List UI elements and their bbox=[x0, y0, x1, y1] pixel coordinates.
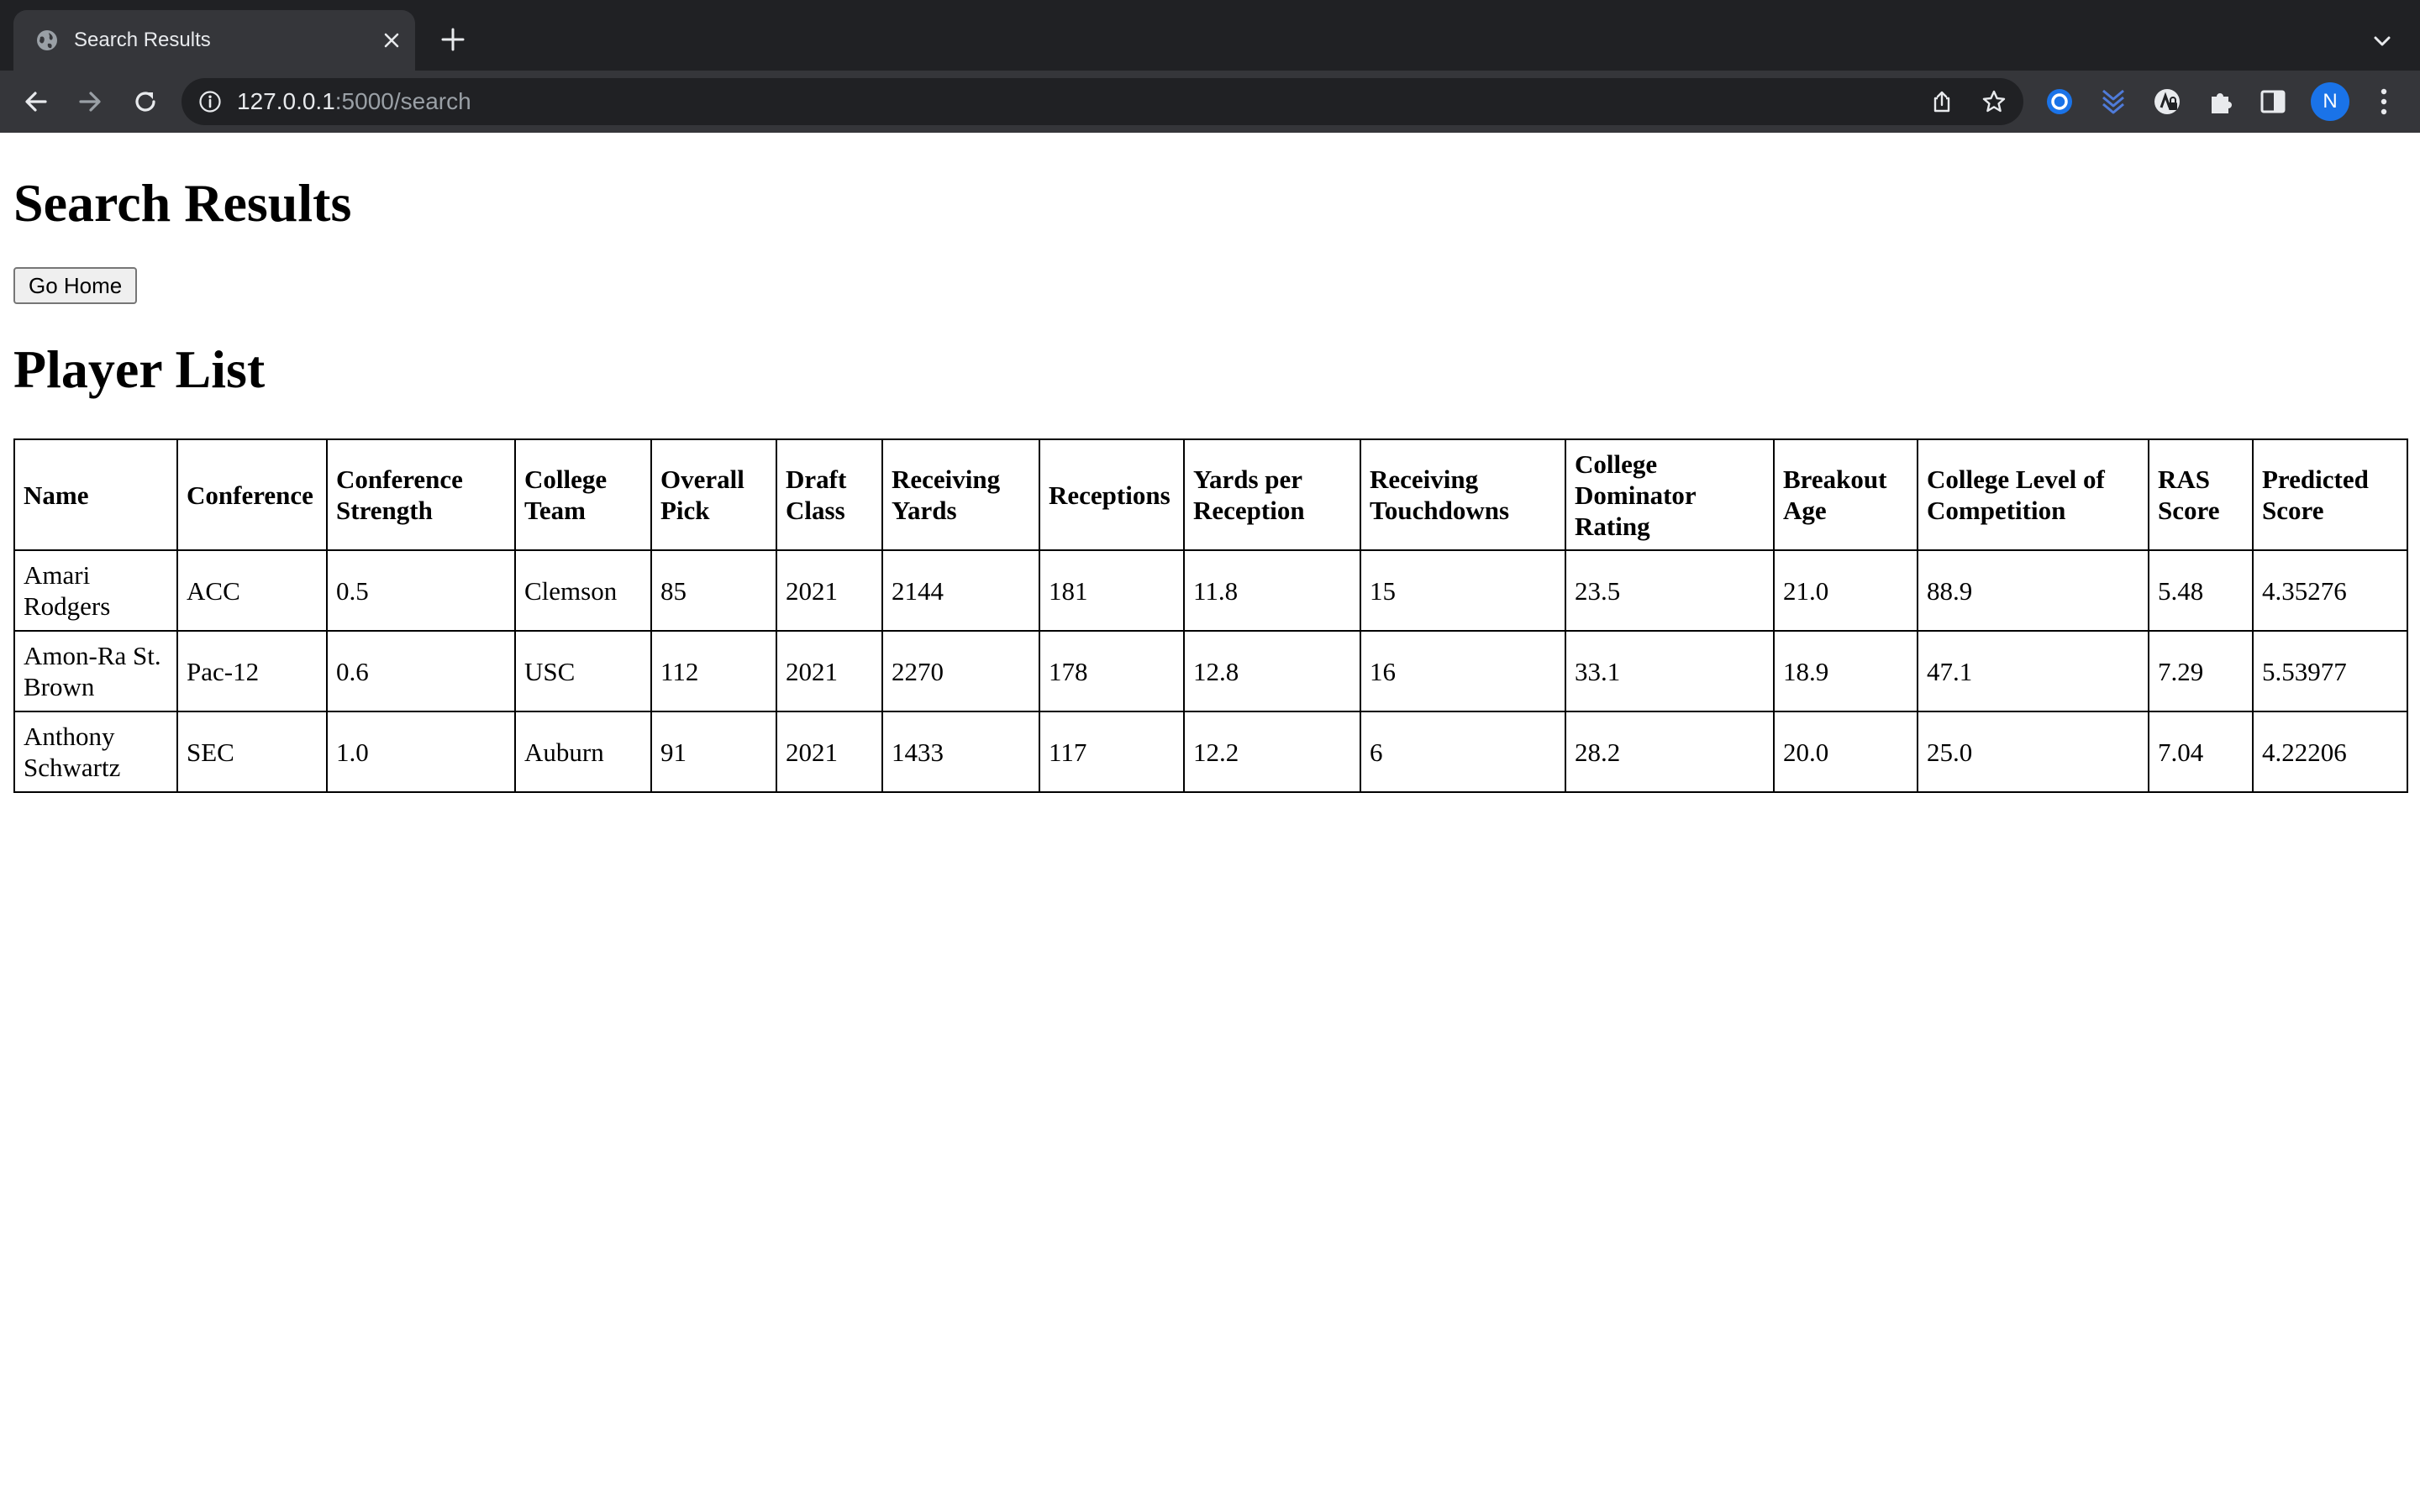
table-cell: 47.1 bbox=[1917, 630, 2149, 712]
extension-lock-icon[interactable] bbox=[2151, 86, 2183, 118]
table-cell: 7.29 bbox=[2148, 630, 2254, 712]
reload-icon[interactable] bbox=[129, 86, 161, 118]
table-cell: 23.5 bbox=[1565, 549, 1775, 632]
profile-avatar[interactable]: N bbox=[2311, 82, 2349, 121]
table-cell: 16 bbox=[1360, 630, 1566, 712]
table-row: Anthony Schwartz SEC 1.0 Auburn 91 2021 … bbox=[13, 711, 2408, 793]
table-cell: ACC bbox=[176, 549, 328, 632]
header-predicted-score: Predicted Score bbox=[2252, 438, 2408, 551]
extension-chevrons-icon[interactable] bbox=[2097, 86, 2129, 118]
header-college-level-of-competition: College Level of Competition bbox=[1917, 438, 2149, 551]
header-name: Name bbox=[13, 438, 178, 551]
player-table: Name Conference Conference Strength Coll… bbox=[13, 438, 2408, 793]
table-cell: 2021 bbox=[776, 630, 883, 712]
chevron-down-icon[interactable] bbox=[2371, 30, 2393, 52]
header-conference: Conference bbox=[176, 438, 328, 551]
table-cell: Pac-12 bbox=[176, 630, 328, 712]
table-cell: 181 bbox=[1039, 549, 1185, 632]
table-cell: 178 bbox=[1039, 630, 1185, 712]
table-cell: 85 bbox=[650, 549, 777, 632]
table-cell: 20.0 bbox=[1773, 711, 1918, 793]
header-receiving-touchdowns: Receiving Touchdowns bbox=[1360, 438, 1566, 551]
table-cell: 112 bbox=[650, 630, 777, 712]
table-cell: Clemson bbox=[514, 549, 652, 632]
table-cell: 4.35276 bbox=[2252, 549, 2408, 632]
go-home-button[interactable]: Go Home bbox=[13, 267, 138, 304]
table-cell: 4.22206 bbox=[2252, 711, 2408, 793]
table-cell: 7.04 bbox=[2148, 711, 2254, 793]
table-cell: 2270 bbox=[881, 630, 1040, 712]
url-path: :5000/search bbox=[334, 88, 471, 114]
side-panel-icon[interactable] bbox=[2257, 86, 2289, 118]
table-cell: Amon-Ra St. Brown bbox=[13, 630, 178, 712]
header-receptions: Receptions bbox=[1039, 438, 1185, 551]
table-cell: SEC bbox=[176, 711, 328, 793]
table-cell: 5.53977 bbox=[2252, 630, 2408, 712]
table-cell: 0.5 bbox=[326, 549, 516, 632]
table-cell: 15 bbox=[1360, 549, 1566, 632]
table-cell: Amari Rodgers bbox=[13, 549, 178, 632]
tab-strip: Search Results bbox=[0, 0, 2420, 71]
header-draft-class: Draft Class bbox=[776, 438, 883, 551]
header-receiving-yards: Receiving Yards bbox=[881, 438, 1040, 551]
table-row: Amon-Ra St. Brown Pac-12 0.6 USC 112 202… bbox=[13, 630, 2408, 712]
table-cell: 1433 bbox=[881, 711, 1040, 793]
header-ras-score: RAS Score bbox=[2148, 438, 2254, 551]
table-cell: 91 bbox=[650, 711, 777, 793]
player-list-heading: Player List bbox=[13, 339, 266, 399]
table-cell: 0.6 bbox=[326, 630, 516, 712]
forward-arrow-icon[interactable] bbox=[74, 86, 106, 118]
table-cell: Auburn bbox=[514, 711, 652, 793]
header-college-team: College Team bbox=[514, 438, 652, 551]
header-overall-pick: Overall Pick bbox=[650, 438, 777, 551]
table-cell: 88.9 bbox=[1917, 549, 2149, 632]
close-tab-icon[interactable] bbox=[380, 29, 403, 52]
table-cell: 12.2 bbox=[1183, 711, 1361, 793]
header-breakout-age: Breakout Age bbox=[1773, 438, 1918, 551]
table-header-row: Name Conference Conference Strength Coll… bbox=[13, 438, 2408, 551]
header-college-dominator-rating: College Dominator Rating bbox=[1565, 438, 1775, 551]
table-cell: USC bbox=[514, 630, 652, 712]
table-cell: 28.2 bbox=[1565, 711, 1775, 793]
new-tab-icon[interactable] bbox=[439, 25, 467, 54]
table-cell: Anthony Schwartz bbox=[13, 711, 178, 793]
table-cell: 12.8 bbox=[1183, 630, 1361, 712]
table-cell: 21.0 bbox=[1773, 549, 1918, 632]
table-cell: 2021 bbox=[776, 711, 883, 793]
table-cell: 2144 bbox=[881, 549, 1040, 632]
browser-chrome: Search Results 127.0.0.1:5000/search N bbox=[0, 0, 2420, 133]
table-cell: 6 bbox=[1360, 711, 1566, 793]
puzzle-extensions-icon[interactable] bbox=[2205, 86, 2237, 118]
header-yards-per-reception: Yards per Reception bbox=[1183, 438, 1361, 551]
table-cell: 117 bbox=[1039, 711, 1185, 793]
table-row: Amari Rodgers ACC 0.5 Clemson 85 2021 21… bbox=[13, 549, 2408, 632]
table-cell: 18.9 bbox=[1773, 630, 1918, 712]
table-cell: 11.8 bbox=[1183, 549, 1361, 632]
page-title: Search Results bbox=[13, 173, 352, 233]
browser-toolbar: 127.0.0.1:5000/search N bbox=[0, 71, 2420, 133]
table-cell: 5.48 bbox=[2148, 549, 2254, 632]
table-cell: 33.1 bbox=[1565, 630, 1775, 712]
kebab-menu-icon[interactable] bbox=[2370, 84, 2398, 119]
bookmark-star-icon[interactable] bbox=[1981, 89, 2007, 114]
globe-icon bbox=[37, 30, 57, 50]
url-text[interactable]: 127.0.0.1:5000/search bbox=[237, 87, 471, 117]
table-cell: 1.0 bbox=[326, 711, 516, 793]
tab-search-results[interactable]: Search Results bbox=[13, 10, 415, 71]
table-cell: 2021 bbox=[776, 549, 883, 632]
info-icon[interactable] bbox=[198, 90, 222, 113]
header-conference-strength: Conference Strength bbox=[326, 438, 516, 551]
url-host: 127.0.0.1 bbox=[237, 88, 335, 114]
share-icon[interactable] bbox=[1929, 89, 1954, 114]
tab-title: Search Results bbox=[74, 29, 211, 51]
address-bar[interactable]: 127.0.0.1:5000/search bbox=[182, 78, 2023, 125]
back-arrow-icon[interactable] bbox=[20, 86, 52, 118]
extension-record-icon[interactable] bbox=[2044, 86, 2075, 118]
table-cell: 25.0 bbox=[1917, 711, 2149, 793]
